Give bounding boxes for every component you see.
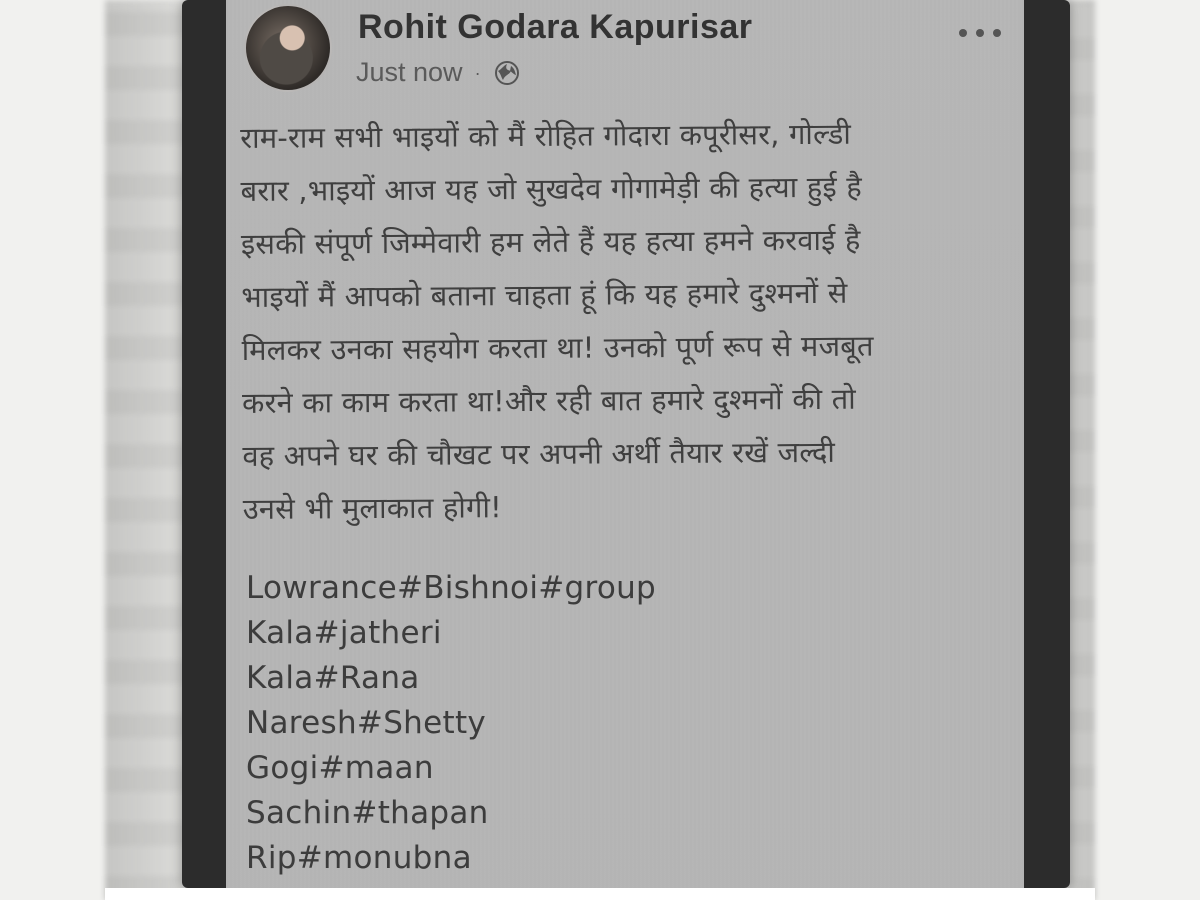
bottom-background-strip <box>105 888 1095 900</box>
tag-line: Sachin#thapan <box>246 795 489 831</box>
post-text-line: भाइयों मैं आपको बताना चाहता हूं कि यह हम… <box>241 275 848 314</box>
post-text-line: वह अपने घर की चौखट पर अपनी अर्थी तैयार र… <box>242 434 836 473</box>
tag-line: Rip#monubna <box>246 840 472 876</box>
tag-line: Kala#Rana <box>246 660 420 696</box>
post-text-line: उनसे भी मुलाकात होगी! <box>242 490 503 526</box>
timestamp[interactable]: Just now <box>356 57 463 88</box>
post-text-line: बरार ,भाइयों आज यह जो सुखदेव गोगामेड़ी क… <box>240 169 862 208</box>
post-text-line: करने का काम करता था!और रही बात हमारे दुश… <box>241 381 857 420</box>
tag-line: Naresh#Shetty <box>246 705 487 741</box>
tag-line: Kala#jatheri <box>246 615 442 651</box>
post-text-line: इसकी संपूर्ण जिम्मेवारी हम लेते हैं यह ह… <box>240 222 861 261</box>
social-post-screen: Rohit Godara Kapurisar Just now · राम-रा… <box>226 0 1024 888</box>
tag-line: Gogi#maan <box>246 750 434 786</box>
post-header: Rohit Godara Kapurisar Just now · <box>226 0 1024 108</box>
post-meta: Just now · <box>356 57 521 88</box>
globe-icon <box>494 60 519 85</box>
post-text-line: राम-राम सभी भाइयों को मैं रोहित गोदारा क… <box>240 116 852 155</box>
post-tags: Lowrance#Bishnoi#group Kala#jatheri Kala… <box>246 566 746 881</box>
post-text-line: मिलकर उनका सहयोग करता था! उनको पूर्ण रूप… <box>241 328 874 367</box>
more-options-icon[interactable] <box>956 24 1004 42</box>
screenshot-canvas: Rohit Godara Kapurisar Just now · राम-रा… <box>0 0 1200 900</box>
author-name[interactable]: Rohit Godara Kapurisar <box>358 8 753 47</box>
meta-separator: · <box>474 62 481 83</box>
phone-frame: Rohit Godara Kapurisar Just now · राम-रा… <box>182 0 1070 888</box>
tag-line: Lowrance#Bishnoi#group <box>246 570 657 606</box>
author-avatar[interactable] <box>244 4 332 92</box>
post-body: राम-राम सभी भाइयों को मैं रोहित गोदारा क… <box>240 107 1013 536</box>
